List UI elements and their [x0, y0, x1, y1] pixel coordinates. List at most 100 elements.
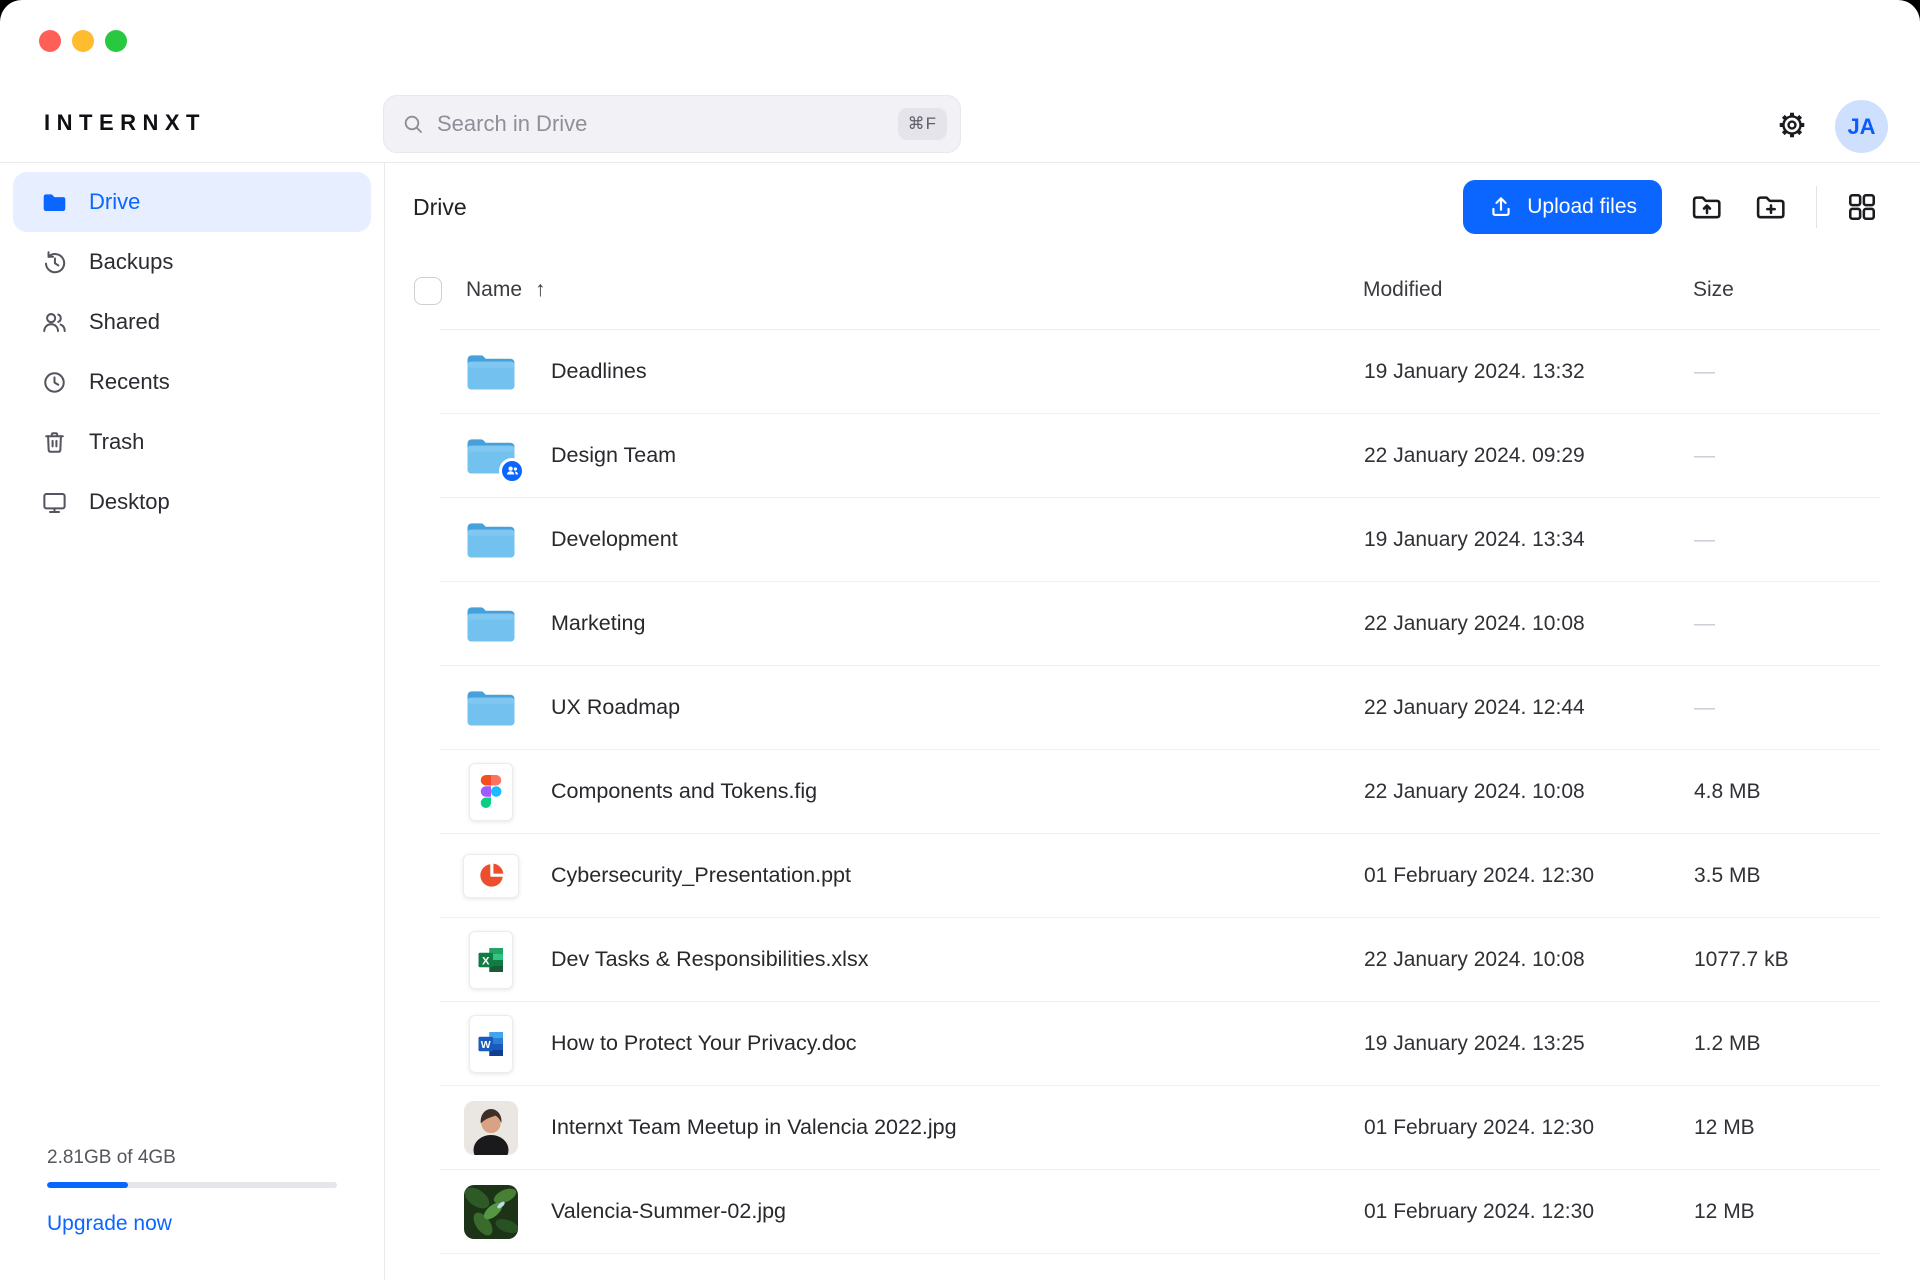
- sidebar-item-trash[interactable]: Trash: [13, 412, 371, 472]
- history-icon: [41, 249, 68, 276]
- search-bar[interactable]: ⌘F: [383, 95, 961, 153]
- sidebar-item-label: Backups: [89, 249, 173, 275]
- sidebar-item-drive[interactable]: Drive: [13, 172, 371, 232]
- table-row[interactable]: Design Team 22 January 2024. 09:29 —: [440, 414, 1880, 498]
- internxt-logo: INTERNXT: [44, 110, 206, 136]
- user-avatar[interactable]: JA: [1835, 100, 1888, 153]
- sidebar-nav: Drive Backups Shared Recents Trash Deskt…: [0, 172, 384, 532]
- toolbar-divider: [1816, 186, 1817, 228]
- file-name: UX Roadmap: [551, 695, 1364, 720]
- file-size: 12 MB: [1694, 1200, 1880, 1224]
- storage-progress-bar: [47, 1182, 337, 1188]
- table-row[interactable]: Cybersecurity_Presentation.ppt 01 Februa…: [440, 834, 1880, 918]
- sidebar-item-recents[interactable]: Recents: [13, 352, 371, 412]
- file-modified-date: 22 January 2024. 09:29: [1364, 444, 1694, 468]
- figma-file-icon: [469, 763, 513, 821]
- grid-view-button[interactable]: [1843, 188, 1881, 226]
- table-row[interactable]: Marketing 22 January 2024. 10:08 —: [440, 582, 1880, 666]
- toolbar-actions: Upload files: [1463, 180, 1881, 234]
- ppt-file-icon: [463, 854, 519, 898]
- column-header-modified: Modified: [1363, 278, 1442, 302]
- users-icon: [41, 309, 68, 336]
- file-size: —: [1694, 612, 1880, 636]
- table-row[interactable]: W How to Protect Your Privacy.doc 19 Jan…: [440, 1002, 1880, 1086]
- file-modified-date: 19 January 2024. 13:25: [1364, 1032, 1694, 1056]
- table-row[interactable]: Internxt Team Meetup in Valencia 2022.jp…: [440, 1086, 1880, 1170]
- table-row[interactable]: Components and Tokens.fig 22 January 202…: [440, 750, 1880, 834]
- sidebar-item-label: Recents: [89, 369, 170, 395]
- blue-folder-icon: [466, 351, 516, 393]
- image-thumbnail: [464, 1185, 518, 1239]
- table-row[interactable]: UX Roadmap 22 January 2024. 12:44 —: [440, 666, 1880, 750]
- file-modified-date: 01 February 2024. 12:30: [1364, 1200, 1694, 1224]
- shared-folder-badge: [499, 458, 525, 484]
- file-name: Deadlines: [551, 359, 1364, 384]
- image-thumbnail: [464, 1101, 518, 1155]
- zoom-button[interactable]: [105, 30, 127, 52]
- main-panel: Drive Upload files: [385, 163, 1920, 1280]
- close-button[interactable]: [39, 30, 61, 52]
- powerpoint-pie-icon: [477, 861, 506, 890]
- file-size: 4.8 MB: [1694, 780, 1880, 804]
- sidebar-item-backups[interactable]: Backups: [13, 232, 371, 292]
- excel-logo-icon: X: [476, 945, 506, 975]
- upload-folder-button[interactable]: [1688, 188, 1726, 226]
- sidebar-item-label: Drive: [89, 189, 140, 215]
- svg-text:X: X: [482, 955, 490, 967]
- app-body: Drive Backups Shared Recents Trash Deskt…: [0, 163, 1920, 1280]
- file-name: How to Protect Your Privacy.doc: [551, 1031, 1364, 1056]
- upload-files-label: Upload files: [1527, 195, 1637, 219]
- search-input[interactable]: [437, 111, 886, 137]
- file-modified-date: 22 January 2024. 12:44: [1364, 696, 1694, 720]
- sidebar-item-label: Desktop: [89, 489, 170, 515]
- file-modified-date: 01 February 2024. 12:30: [1364, 864, 1694, 888]
- person-photo-thumbnail: [464, 1101, 518, 1155]
- name-header-label: Name: [466, 278, 522, 302]
- file-modified-date: 22 January 2024. 10:08: [1364, 948, 1694, 972]
- file-list: Deadlines 19 January 2024. 13:32 — Desig…: [385, 330, 1920, 1254]
- file-name: Development: [551, 527, 1364, 552]
- file-size: —: [1694, 696, 1880, 720]
- file-modified-date: 19 January 2024. 13:34: [1364, 528, 1694, 552]
- main-header: Drive Upload files: [385, 163, 1920, 251]
- column-header-size: Size: [1693, 278, 1734, 302]
- storage-usage-text: 2.81GB of 4GB: [47, 1147, 337, 1169]
- table-row[interactable]: Valencia-Summer-02.jpg 01 February 2024.…: [440, 1170, 1880, 1254]
- shared-users-icon: [505, 463, 520, 478]
- upload-icon: [1488, 194, 1514, 220]
- word-file-icon: W: [469, 1015, 513, 1073]
- file-name: Cybersecurity_Presentation.ppt: [551, 863, 1364, 888]
- file-name: Internxt Team Meetup in Valencia 2022.jp…: [551, 1115, 1364, 1140]
- table-header: Name ↑ Modified Size: [440, 251, 1880, 330]
- file-name: Components and Tokens.fig: [551, 779, 1364, 804]
- window-chrome: INTERNXT ⌘F JA: [0, 0, 1920, 163]
- clock-icon: [41, 369, 68, 396]
- search-shortcut-badge: ⌘F: [898, 108, 947, 140]
- file-size: —: [1694, 444, 1880, 468]
- sidebar-item-desktop[interactable]: Desktop: [13, 472, 371, 532]
- settings-button[interactable]: [1773, 106, 1811, 144]
- table-row[interactable]: Development 19 January 2024. 13:34 —: [440, 498, 1880, 582]
- word-logo-icon: W: [476, 1029, 506, 1059]
- table-row[interactable]: Deadlines 19 January 2024. 13:32 —: [440, 330, 1880, 414]
- folder-upload-icon: [1690, 190, 1724, 224]
- file-modified-date: 22 January 2024. 10:08: [1364, 780, 1694, 804]
- column-header-name[interactable]: Name ↑: [466, 278, 546, 302]
- file-size: 1077.7 kB: [1694, 948, 1880, 972]
- storage-widget: 2.81GB of 4GB Upgrade now: [47, 1147, 337, 1236]
- trash-icon: [41, 429, 68, 456]
- grid-view-icon: [1846, 191, 1878, 223]
- new-folder-button[interactable]: [1752, 188, 1790, 226]
- desktop-icon: [41, 489, 68, 516]
- table-row[interactable]: X Dev Tasks & Responsibilities.xlsx 22 J…: [440, 918, 1880, 1002]
- select-all-checkbox[interactable]: [414, 277, 442, 305]
- file-name: Marketing: [551, 611, 1364, 636]
- blue-folder-icon: [466, 603, 516, 645]
- upgrade-now-link[interactable]: Upgrade now: [47, 1212, 172, 1236]
- sidebar: Drive Backups Shared Recents Trash Deskt…: [0, 163, 385, 1280]
- minimize-button[interactable]: [72, 30, 94, 52]
- file-modified-date: 19 January 2024. 13:32: [1364, 360, 1694, 384]
- upload-files-button[interactable]: Upload files: [1463, 180, 1662, 234]
- sidebar-item-shared[interactable]: Shared: [13, 292, 371, 352]
- file-size: —: [1694, 528, 1880, 552]
